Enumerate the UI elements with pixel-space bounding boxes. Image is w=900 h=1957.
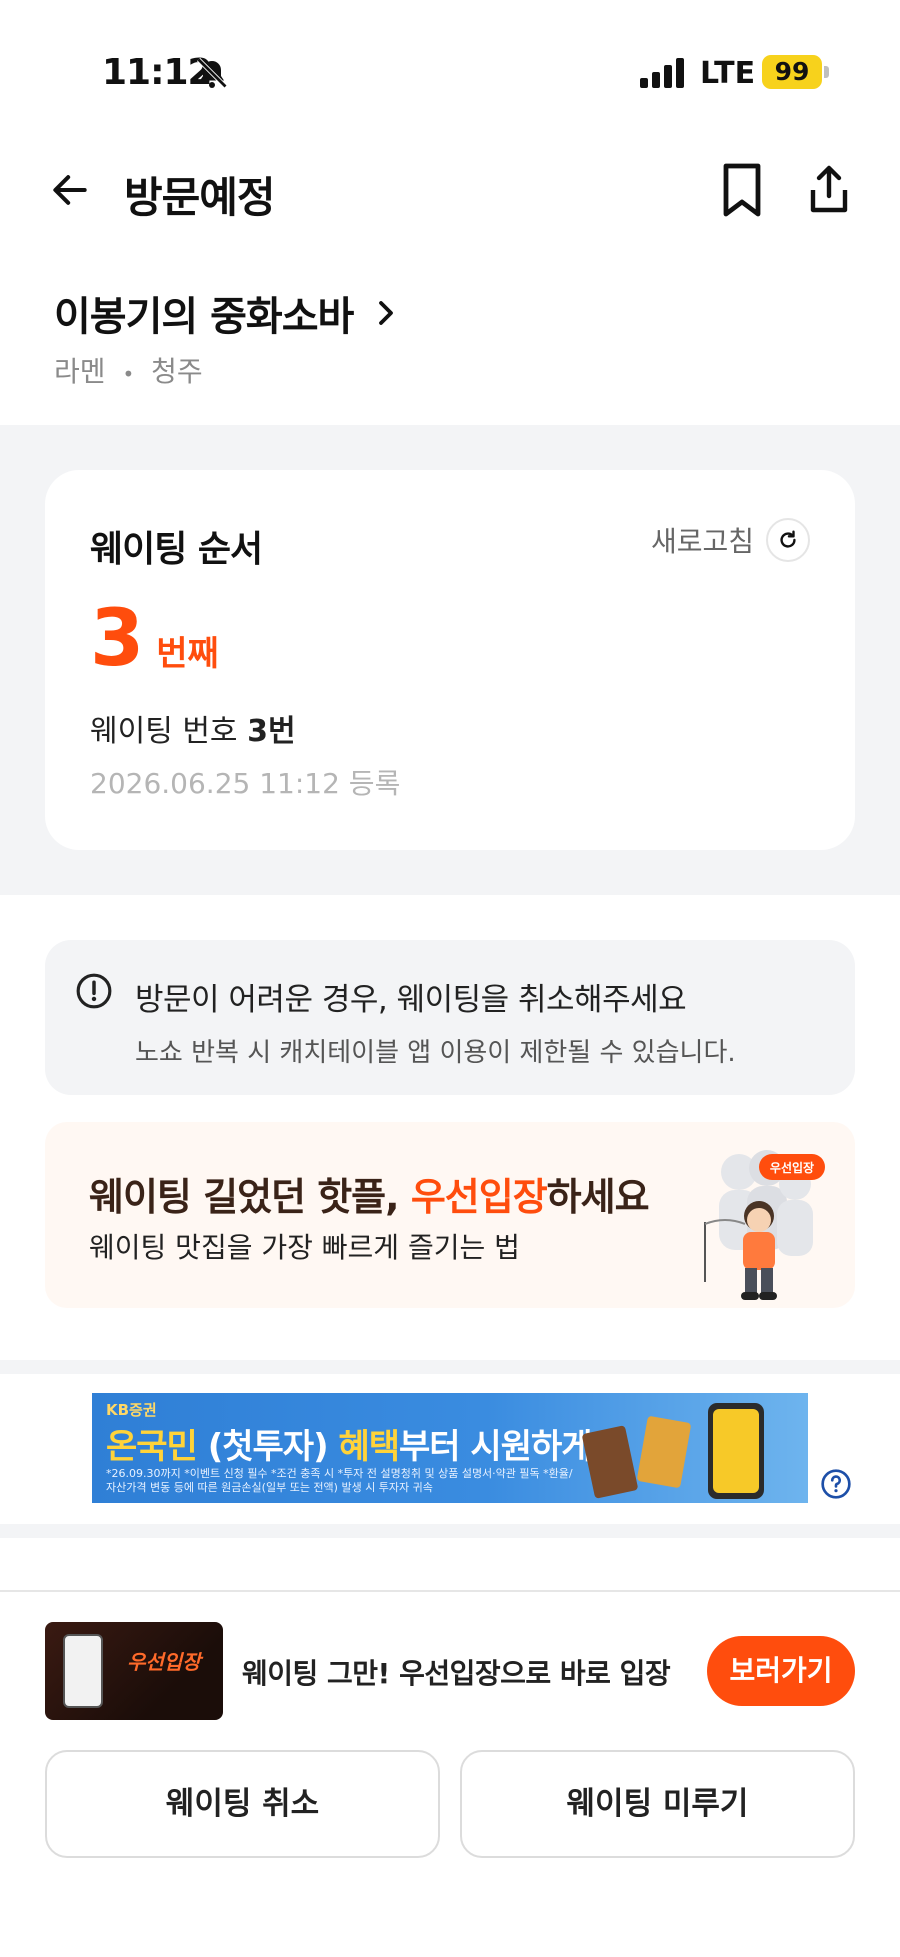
priority-entry-thumbnail[interactable]: 우선입장 (45, 1622, 223, 1720)
store-name: 이봉기의 중화소바 (54, 294, 354, 340)
postpone-waiting-button[interactable]: 웨이팅 미루기 (460, 1750, 855, 1858)
waiting-number: 웨이팅 번호 3번 (90, 706, 296, 750)
bookmark-icon[interactable] (718, 162, 766, 218)
cancel-waiting-button[interactable]: 웨이팅 취소 (45, 1750, 440, 1858)
page-title: 방문예정 (124, 173, 276, 222)
priority-entry-message: 웨이팅 그만! 우선입장으로 바로 입장 (242, 1657, 671, 1690)
waiting-section: 웨이팅 순서 새로고침 3 번째 웨이팅 번호 3번 2026.06.25 11… (0, 425, 900, 895)
ad-help-icon[interactable] (820, 1468, 852, 1500)
store-link[interactable]: 이봉기의 중화소바 (54, 285, 401, 341)
notice-subtitle: 노쇼 반복 시 캐치테이블 앱 이용이 제한될 수 있습니다. (135, 1038, 736, 1068)
promo-title-prefix: 웨이팅 길었던 핫플, (89, 1175, 411, 1219)
priority-entry-promo[interactable]: 웨이팅 길었던 핫플, 우선입장하세요 웨이팅 맛집을 가장 빠르게 즐기는 법… (45, 1122, 855, 1308)
ad-headline-4: 부터 시원하게 (399, 1427, 593, 1467)
promo-bubble: 우선입장 (770, 1160, 814, 1175)
ad-brand: KB증권 (106, 1401, 157, 1419)
signal-icon (640, 58, 684, 88)
back-arrow-icon[interactable] (48, 168, 92, 212)
chevron-right-icon (379, 301, 394, 325)
promo-title-suffix: 하세요 (546, 1175, 650, 1219)
refresh-button[interactable]: 새로고침 (651, 518, 810, 562)
store-location: 청주 (151, 355, 203, 388)
promo-title: 웨이팅 길었던 핫플, 우선입장하세요 (89, 1166, 650, 1221)
bottom-action-sheet: 우선입장 웨이팅 그만! 우선입장으로 바로 입장 보러가기 웨이팅 취소 웨이… (0, 1590, 900, 1957)
meta-separator: • (122, 362, 135, 386)
thumbnail-label: 우선입장 (127, 1650, 201, 1674)
ad-phone-cards-image (582, 1403, 764, 1499)
store-category: 라멘 (54, 355, 106, 388)
go-priority-entry-button[interactable]: 보러가기 (707, 1636, 855, 1706)
ad-fine-print: *26.09.30까지 *이벤트 신청 필수 *조건 충족 시 *투자 전 설명… (106, 1467, 573, 1494)
battery-icon: 99 (762, 55, 822, 89)
ad-headline-2: (첫투자) (207, 1427, 329, 1467)
thumbnail-phone-image (63, 1634, 103, 1708)
waiting-order-title: 웨이팅 순서 (90, 529, 263, 570)
refresh-circle (766, 518, 810, 562)
waiting-order-unit: 번째 (156, 634, 219, 674)
section-divider (0, 1360, 900, 1374)
network-label: LTE (700, 56, 756, 91)
refresh-label: 새로고침 (650, 525, 754, 558)
ad-headline-1: 온국민 (106, 1427, 208, 1467)
alert-circle-icon (76, 973, 112, 1009)
waiting-number-label: 웨이팅 번호 (90, 714, 238, 749)
store-meta: 라멘 • 청주 (54, 350, 203, 390)
refresh-icon (780, 530, 796, 548)
ad-headline: 온국민 (첫투자) 혜택부터 시원하게 (106, 1419, 593, 1468)
registered-timestamp: 2026.06.25 11:12 등록 (90, 767, 401, 800)
waiting-order-number: 3 (90, 594, 145, 684)
bell-slash-icon (196, 57, 228, 89)
notice-title: 방문이 어려운 경우, 웨이팅을 취소해주세요 (135, 982, 687, 1018)
waiting-card: 웨이팅 순서 새로고침 3 번째 웨이팅 번호 3번 2026.06.25 11… (45, 470, 855, 850)
promo-subtitle: 웨이팅 맛집을 가장 빠르게 즐기는 법 (89, 1231, 520, 1264)
status-bar: 11:12 LTE 99 (0, 0, 900, 150)
section-divider (0, 1524, 900, 1538)
waiting-order: 3 번째 (90, 600, 219, 678)
share-icon[interactable] (804, 162, 854, 218)
waiting-number-value: 3번 (247, 714, 296, 749)
battery-tip (824, 66, 829, 78)
ad-banner[interactable]: KB증권 온국민 (첫투자) 혜택부터 시원하게 *26.09.30까지 *이벤… (92, 1393, 808, 1503)
waiting-person-illustration: 우선입장 (704, 1150, 825, 1300)
promo-title-accent: 우선입장 (410, 1175, 548, 1219)
cancel-notice: 방문이 어려운 경우, 웨이팅을 취소해주세요 노쇼 반복 시 캐치테이블 앱 … (45, 940, 855, 1095)
app-header: 방문예정 (0, 150, 900, 234)
ad-headline-3: 혜택 (327, 1427, 400, 1467)
